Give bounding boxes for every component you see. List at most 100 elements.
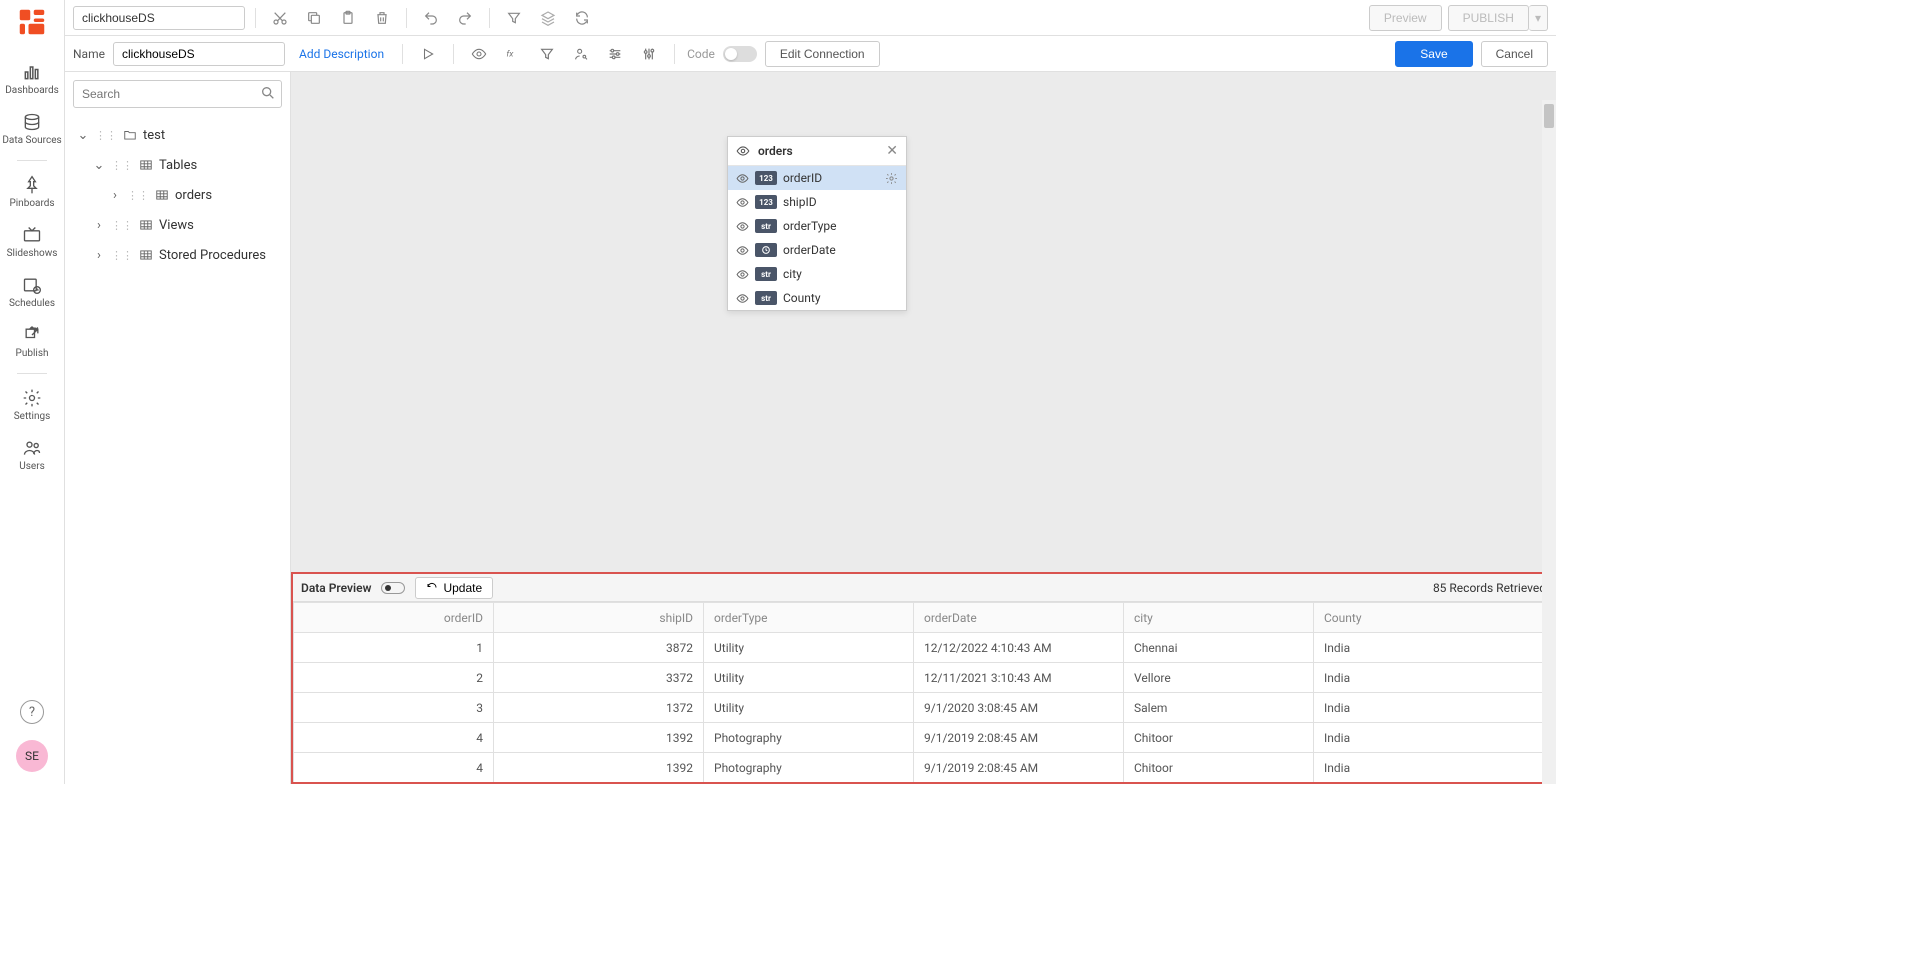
pin-icon xyxy=(22,175,42,195)
eye-icon[interactable] xyxy=(736,172,749,185)
add-description-link[interactable]: Add Description xyxy=(293,47,390,61)
redo-icon[interactable] xyxy=(451,4,479,32)
table-row[interactable]: 23372Utility12/11/2021 3:10:43 AMVellore… xyxy=(294,663,1554,693)
col-orderDate[interactable]: orderDate xyxy=(914,603,1124,633)
tree-item-tables[interactable]: ⌄ ⋮⋮ Tables xyxy=(73,150,282,180)
filter-icon[interactable] xyxy=(500,4,528,32)
eye-icon[interactable] xyxy=(736,268,749,281)
records-count: 85 Records Retrieved xyxy=(1433,581,1546,595)
col-orderType[interactable]: orderType xyxy=(704,603,914,633)
delete-icon[interactable] xyxy=(368,4,396,32)
field-row-orderDate[interactable]: orderDate xyxy=(728,238,906,262)
datasource-name-input[interactable] xyxy=(73,6,245,30)
canvas[interactable]: orders ✕ 123orderID123shipIDstrorderType… xyxy=(291,72,1556,572)
tree-item-test[interactable]: ⌄ ⋮⋮ test xyxy=(73,120,282,150)
left-nav: Dashboards Data Sources Pinboards Slides… xyxy=(0,0,65,784)
nav-slideshows[interactable]: Slideshows xyxy=(0,217,64,267)
eye-icon[interactable] xyxy=(466,41,492,67)
cell: Photography xyxy=(704,753,914,783)
separator xyxy=(489,8,490,28)
vertical-scrollbar[interactable] xyxy=(1542,100,1556,784)
play-icon[interactable] xyxy=(415,41,441,67)
nav-dashboards[interactable]: Dashboards xyxy=(0,54,64,104)
type-badge: str xyxy=(755,291,777,305)
nav-schedules[interactable]: Schedules xyxy=(0,267,64,317)
publish-dropdown[interactable]: ▾ xyxy=(1529,5,1548,31)
nav-pinboards[interactable]: Pinboards xyxy=(0,167,64,217)
search-input[interactable] xyxy=(73,80,282,108)
calendar-clock-icon xyxy=(22,275,42,295)
close-icon[interactable]: ✕ xyxy=(886,143,898,159)
app-logo xyxy=(18,8,46,36)
user-avatar[interactable]: SE xyxy=(16,740,48,772)
layers-icon[interactable] xyxy=(534,4,562,32)
cell: India xyxy=(1314,693,1554,723)
eye-icon[interactable] xyxy=(736,196,749,209)
nav-publish[interactable]: Publish xyxy=(0,317,64,367)
help-button[interactable]: ? xyxy=(20,700,44,724)
copy-icon[interactable] xyxy=(300,4,328,32)
folder-icon xyxy=(123,128,137,142)
update-button[interactable]: Update xyxy=(415,577,493,599)
nav-users[interactable]: Users xyxy=(0,430,64,480)
eye-icon[interactable] xyxy=(736,244,749,257)
user-key-icon[interactable] xyxy=(568,41,594,67)
table-row[interactable]: 13872Utility12/12/2022 4:10:43 AMChennai… xyxy=(294,633,1554,663)
field-name: orderID xyxy=(783,171,879,185)
field-name: city xyxy=(783,267,898,281)
refresh-icon[interactable] xyxy=(568,4,596,32)
field-row-orderID[interactable]: 123orderID xyxy=(728,166,906,190)
tree-item-views[interactable]: › ⋮⋮ Views xyxy=(73,210,282,240)
col-County[interactable]: County xyxy=(1314,603,1554,633)
code-toggle[interactable] xyxy=(723,46,757,62)
field-row-County[interactable]: strCounty xyxy=(728,286,906,310)
export-icon xyxy=(22,325,42,345)
paste-icon[interactable] xyxy=(334,4,362,32)
data-preview-panel: Data Preview Update 85 Records Retrieved… xyxy=(291,572,1556,784)
nav-settings[interactable]: Settings xyxy=(0,380,64,430)
field-row-shipID[interactable]: 123shipID xyxy=(728,190,906,214)
col-shipID[interactable]: shipID xyxy=(494,603,704,633)
type-badge: 123 xyxy=(755,195,777,209)
name-input[interactable] xyxy=(113,42,285,66)
field-row-orderType[interactable]: str orderType xyxy=(728,214,906,238)
gear-icon[interactable] xyxy=(885,172,898,185)
fx-icon[interactable]: fx xyxy=(500,41,526,67)
table-panel-orders[interactable]: orders ✕ 123orderID123shipIDstrorderType… xyxy=(727,136,907,311)
users-icon xyxy=(22,438,42,458)
publish-button[interactable]: PUBLISH xyxy=(1448,5,1529,31)
type-badge xyxy=(755,243,777,257)
cell: Chennai xyxy=(1124,633,1314,663)
cancel-button[interactable]: Cancel xyxy=(1481,41,1548,67)
cell: Chitoor xyxy=(1124,723,1314,753)
save-button[interactable]: Save xyxy=(1395,41,1472,67)
table-row[interactable]: 31372Utility9/1/2020 3:08:45 AMSalemIndi… xyxy=(294,693,1554,723)
filter2-icon[interactable] xyxy=(534,41,560,67)
search-icon[interactable] xyxy=(260,85,276,101)
field-row-city[interactable]: strcity xyxy=(728,262,906,286)
edit-connection-button[interactable]: Edit Connection xyxy=(765,41,880,67)
separator xyxy=(402,44,403,64)
nav-divider xyxy=(17,160,47,161)
eye-icon[interactable] xyxy=(736,144,750,158)
table-row[interactable]: 41392Photography9/1/2019 2:08:45 AMChito… xyxy=(294,753,1554,783)
cut-icon[interactable] xyxy=(266,4,294,32)
undo-icon[interactable] xyxy=(417,4,445,32)
cell: 1392 xyxy=(494,723,704,753)
col-orderID[interactable]: orderID xyxy=(294,603,494,633)
tree-label: Views xyxy=(159,218,194,233)
tree-item-orders[interactable]: › ⋮⋮ orders xyxy=(73,180,282,210)
nav-data-sources[interactable]: Data Sources xyxy=(0,104,64,154)
type-badge: str xyxy=(755,219,777,233)
eye-icon[interactable] xyxy=(736,292,749,305)
col-city[interactable]: city xyxy=(1124,603,1314,633)
preview-button[interactable]: Preview xyxy=(1369,5,1442,31)
table-row[interactable]: 41392Photography9/1/2019 2:08:45 AMChito… xyxy=(294,723,1554,753)
sliders-icon[interactable] xyxy=(602,41,628,67)
eye-icon[interactable] xyxy=(736,220,749,233)
field-name: orderType xyxy=(783,219,898,233)
cell: 4 xyxy=(294,723,494,753)
sliders-v-icon[interactable] xyxy=(636,41,662,67)
preview-toggle[interactable] xyxy=(381,582,405,594)
tree-item-stored-procedures[interactable]: › ⋮⋮ Stored Procedures xyxy=(73,240,282,270)
